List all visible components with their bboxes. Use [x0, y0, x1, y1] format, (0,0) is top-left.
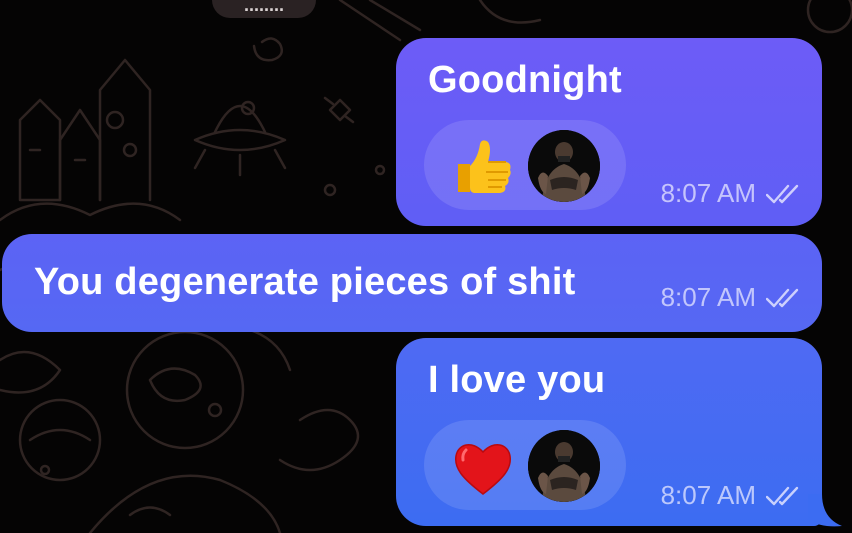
reactions-pill[interactable] — [424, 120, 626, 210]
top-date-pill: ........ — [212, 0, 316, 18]
message-meta: 8:07 AM — [661, 282, 800, 313]
message-time: 8:07 AM — [660, 178, 756, 208]
chat-view: ........ Goodnight 8:07 AM You degenerat… — [0, 0, 852, 533]
reactor-avatar[interactable] — [528, 130, 600, 202]
outgoing-message-bubble[interactable]: You degenerate pieces of shit 8:07 AM — [2, 234, 822, 332]
message-meta: 8:07 AM — [661, 178, 800, 209]
message-meta: 8:07 AM — [661, 480, 800, 511]
message-time: 8:07 AM — [660, 480, 756, 510]
outgoing-message-bubble[interactable]: Goodnight 8:07 AM — [396, 38, 822, 226]
reactions-pill[interactable] — [424, 420, 626, 510]
double-check-icon — [766, 288, 799, 307]
reactor-avatar[interactable] — [528, 430, 600, 502]
thumbs-up-icon — [458, 140, 511, 193]
double-check-icon — [766, 486, 799, 505]
avatar-photo — [528, 130, 600, 202]
message-text: You degenerate pieces of shit — [34, 261, 576, 303]
message-time: 8:07 AM — [660, 282, 756, 312]
double-check-icon — [766, 184, 799, 203]
avatar-photo — [528, 430, 600, 502]
heart-icon — [454, 444, 512, 495]
bubble-tail — [808, 494, 842, 527]
message-text: Goodnight — [428, 59, 622, 101]
message-text: I love you — [428, 359, 606, 401]
outgoing-message-bubble[interactable]: I love you 8:07 AM — [396, 338, 822, 526]
